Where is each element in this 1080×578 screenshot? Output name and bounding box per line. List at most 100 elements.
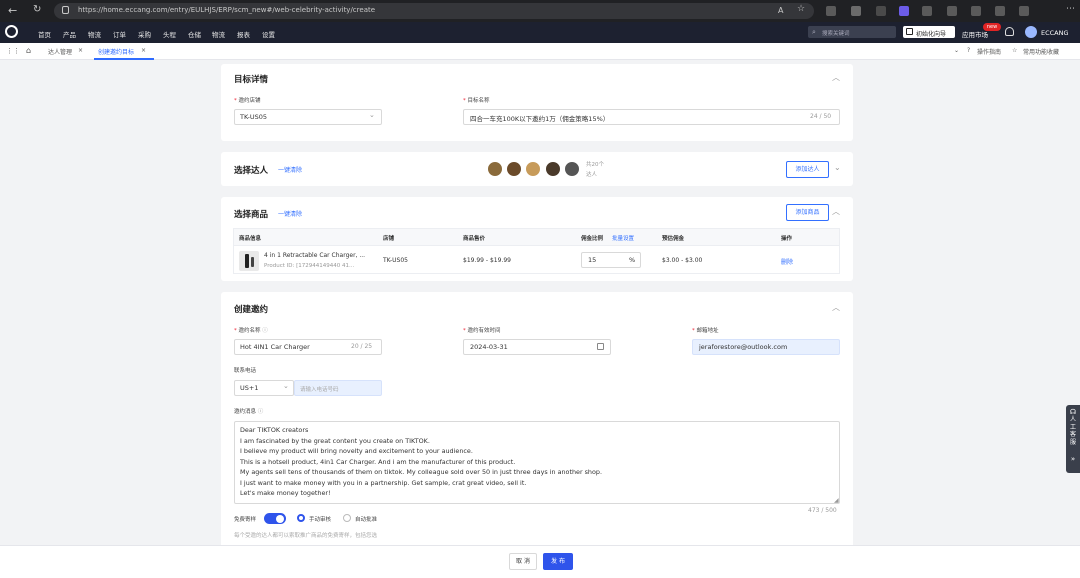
- reload-icon[interactable]: ↻: [33, 4, 41, 15]
- expand-icon[interactable]: »: [1066, 455, 1080, 463]
- clear-products-link[interactable]: 一键清除: [278, 209, 302, 218]
- shop-label: 邀约店铺: [238, 98, 261, 104]
- logo-icon[interactable]: [5, 25, 18, 38]
- influencer-avatar[interactable]: [487, 161, 503, 177]
- nav-item[interactable]: 报表: [237, 29, 250, 39]
- active-tab-indicator: [94, 58, 154, 60]
- manual-review-radio[interactable]: [297, 514, 305, 522]
- message-label: 邀约消息: [234, 409, 257, 415]
- email-label: 邮箱地址: [696, 328, 719, 334]
- influencer-avatar[interactable]: [545, 161, 561, 177]
- product-image-icon: [239, 251, 259, 271]
- nav-item[interactable]: 物流: [88, 29, 101, 39]
- extension-icon[interactable]: [922, 6, 932, 16]
- influencer-avatar[interactable]: [506, 161, 522, 177]
- cancel-button[interactable]: 取 消: [509, 553, 537, 570]
- new-badge: new: [983, 23, 1001, 31]
- tab-influencer-management[interactable]: 达人管理: [48, 47, 72, 56]
- url-text: https://home.eccang.com/entry/EULHJS/ERP…: [78, 6, 376, 14]
- chevron-up-icon[interactable]: ︿: [832, 72, 840, 83]
- influencer-avatar[interactable]: [564, 161, 580, 177]
- nav-item[interactable]: 订单: [113, 29, 126, 39]
- chevron-down-icon[interactable]: ⌄: [369, 111, 375, 119]
- influencer-count: 共20个: [586, 162, 604, 168]
- add-influencer-button[interactable]: 添加达人: [786, 161, 829, 178]
- manual-review-label: 手动审核: [309, 517, 332, 523]
- extension-icon[interactable]: [995, 6, 1005, 16]
- nav-item[interactable]: 首页: [38, 29, 51, 39]
- info-icon: ⓘ: [262, 328, 268, 334]
- estimated-commission: $3.00 - $3.00: [662, 257, 703, 264]
- close-icon[interactable]: ×: [141, 47, 146, 54]
- section-title: 选择达人: [234, 166, 269, 176]
- nav-item[interactable]: 仓储: [188, 29, 201, 39]
- avatar[interactable]: [1025, 26, 1037, 38]
- free-sample-toggle[interactable]: [264, 513, 286, 524]
- commission-ratio-value: 15: [588, 256, 597, 264]
- influencer-count-unit: 达人: [586, 172, 598, 178]
- influencer-avatar[interactable]: [525, 161, 541, 177]
- target-name-value: 四合一车充100K以下邀约1万（佣金策略15%）: [470, 115, 610, 123]
- headset-icon[interactable]: [1005, 27, 1014, 36]
- search-icon: ⌕: [812, 28, 816, 36]
- product-shop: TK-US05: [383, 257, 408, 264]
- auto-approve-label: 自动批准: [355, 517, 378, 523]
- publish-button[interactable]: 发 布: [543, 553, 573, 570]
- col-product-info: 商品信息: [239, 236, 262, 242]
- back-icon[interactable]: ←: [8, 4, 17, 17]
- resize-handle-icon[interactable]: ◢: [834, 497, 839, 504]
- favorite-star-icon[interactable]: ☆: [797, 4, 805, 14]
- lock-icon: [62, 6, 69, 14]
- clear-influencers-link[interactable]: 一键清除: [278, 165, 302, 174]
- shop-value: TK-US05: [240, 113, 268, 121]
- customer-service-widget[interactable]: ☊ 人工客服 »: [1066, 405, 1080, 473]
- nav-item[interactable]: 产品: [63, 29, 76, 39]
- read-aloud-icon[interactable]: A: [778, 6, 783, 15]
- chevron-down-icon[interactable]: ⌄: [954, 47, 959, 54]
- star-icon: ☆: [1012, 47, 1018, 54]
- search-input[interactable]: 搜索关键词: [822, 29, 850, 37]
- calendar-icon[interactable]: [597, 343, 604, 350]
- chevron-down-icon[interactable]: ⌄: [834, 163, 841, 172]
- valid-time-label: 邀约有效时间: [467, 328, 501, 334]
- chevron-up-icon[interactable]: ︿: [832, 206, 840, 217]
- extension-icon[interactable]: [947, 6, 957, 16]
- extension-icon[interactable]: [1019, 6, 1029, 16]
- favorites-link[interactable]: 常用功能收藏: [1023, 47, 1059, 56]
- col-commission-ratio: 佣金比例: [581, 236, 604, 242]
- percent-unit: %: [629, 256, 636, 264]
- guide-link[interactable]: 操作指南: [977, 47, 1001, 56]
- invite-name-value: Hot 4IN1 Car Charger: [240, 343, 310, 351]
- col-actions: 操作: [781, 236, 793, 242]
- product-name[interactable]: 4 in 1 Retractable Car Charger, ...: [264, 252, 365, 259]
- auto-approve-radio[interactable]: [343, 514, 351, 522]
- phone-placeholder: 请输入电话号码: [300, 387, 339, 393]
- tab-create-target[interactable]: 创建邀约目标: [98, 47, 134, 56]
- chevron-up-icon[interactable]: ︿: [832, 302, 840, 313]
- user-name[interactable]: ECCANG: [1041, 29, 1069, 37]
- guide-icon: [906, 28, 913, 35]
- extension-icon[interactable]: [851, 6, 861, 16]
- nav-item[interactable]: 头程: [163, 29, 176, 39]
- phone-code-value: US+1: [240, 384, 259, 392]
- headset-icon: ☊: [1069, 408, 1077, 416]
- valid-time-value: 2024-03-31: [470, 343, 508, 351]
- delete-product-link[interactable]: 删除: [781, 257, 793, 266]
- sample-hint: 每个受邀的达人都可以索取推广商品的免费寄样，包括您选: [234, 533, 378, 539]
- more-menu-icon[interactable]: ⋯: [1066, 4, 1075, 14]
- extension-icon[interactable]: [876, 6, 886, 16]
- target-name-count: 24 / 50: [810, 113, 832, 120]
- batch-set-link[interactable]: 批量设置: [612, 234, 634, 242]
- grid-menu-icon[interactable]: ⋮⋮: [6, 47, 20, 55]
- extension-icon[interactable]: [971, 6, 981, 16]
- info-icon: ⓘ: [257, 409, 264, 415]
- add-product-button[interactable]: 添加商品: [786, 204, 829, 221]
- extension-icon[interactable]: [899, 6, 909, 16]
- close-icon[interactable]: ×: [78, 47, 83, 54]
- extension-icon[interactable]: [826, 6, 836, 16]
- nav-item[interactable]: 物流: [212, 29, 225, 39]
- nav-item[interactable]: 设置: [262, 29, 275, 39]
- nav-item[interactable]: 采购: [138, 29, 151, 39]
- home-icon[interactable]: ⌂: [26, 46, 31, 55]
- chevron-down-icon[interactable]: ⌄: [283, 382, 289, 390]
